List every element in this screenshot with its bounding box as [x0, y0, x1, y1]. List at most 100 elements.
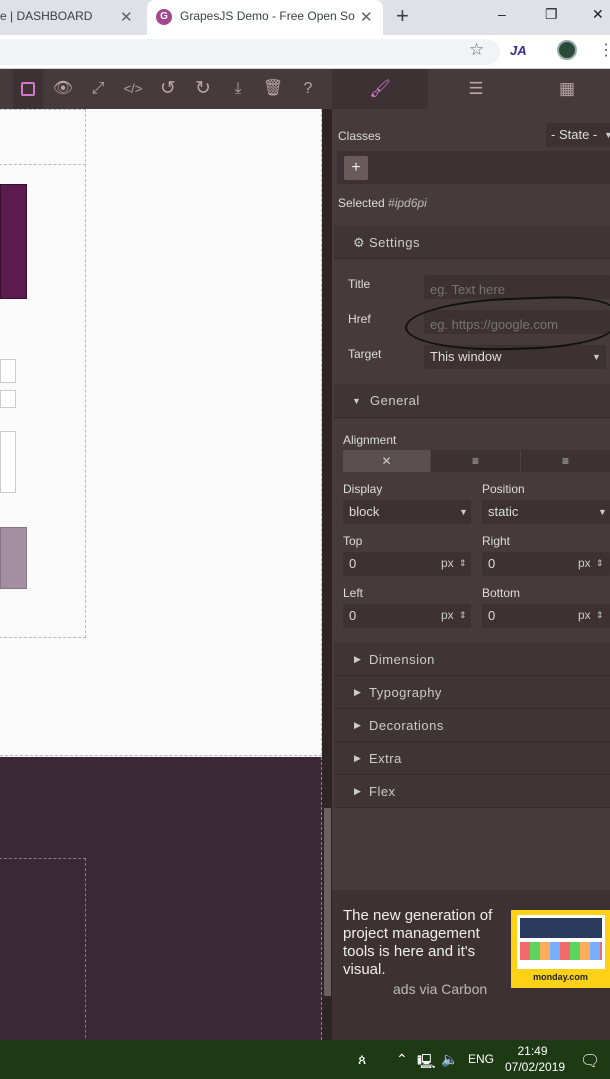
display-select[interactable]: block ▼ [343, 500, 471, 524]
chevron-up-icon[interactable]: ⌃ [396, 1051, 408, 1068]
sw-visibility-icon[interactable] [13, 69, 43, 109]
form-input[interactable] [0, 390, 16, 408]
target-label: Target [348, 347, 382, 361]
browser-tab-dashboard[interactable]: e | DASHBOARD ✕ [0, 0, 145, 35]
unit-select[interactable]: px [441, 608, 454, 622]
right-input[interactable]: 0 px ⇕ [482, 552, 610, 576]
form-button[interactable] [0, 527, 27, 589]
layer-manager-icon[interactable]: ☰ [428, 69, 524, 109]
download-icon[interactable]: ⤓ [223, 69, 253, 109]
chevron-right-icon: ▶ [354, 654, 362, 664]
position-select[interactable]: static ▼ [482, 500, 610, 524]
form-input[interactable] [0, 359, 16, 383]
extension-icon[interactable]: JA [510, 43, 527, 58]
grapesjs-favicon-icon: G [156, 9, 172, 25]
close-window-button[interactable]: ✕ [592, 6, 604, 23]
redo-icon[interactable]: ↻ [188, 69, 218, 109]
gear-icon: ⚙ [353, 235, 366, 250]
align-none-option[interactable]: ✕ [343, 450, 430, 472]
stepper-arrows-icon[interactable]: ⇕ [459, 558, 467, 569]
sector-title: Typography [369, 685, 442, 700]
scrollbar-thumb[interactable] [324, 808, 331, 996]
sector-typography[interactable]: ▶ Typography [334, 676, 610, 709]
settings-title: Settings [369, 235, 420, 250]
chevron-down-icon: ▼ [459, 507, 468, 517]
clock-date: 07/02/2019 [505, 1060, 566, 1074]
chevron-down-icon: ▼ [598, 507, 607, 517]
sector-dimension[interactable]: ▶ Dimension [334, 643, 610, 676]
selected-id: #ipd6pi [388, 196, 427, 210]
minimize-button[interactable]: – [498, 6, 506, 22]
tab-title: e | DASHBOARD [0, 9, 93, 23]
clock[interactable]: 21:49 07/02/2019 [505, 1043, 566, 1075]
browser-tab-grapesjs[interactable]: G GrapesJS Demo - Free Open Sou ✕ [147, 0, 383, 35]
chevron-right-icon: ▶ [354, 786, 362, 796]
ad-image[interactable]: monday.com [511, 910, 610, 988]
right-value: 0 [488, 556, 496, 571]
blocks-icon[interactable]: ▦ [524, 69, 610, 109]
settings-header[interactable]: ⚙ Settings [334, 226, 610, 259]
footer-container-outline[interactable] [0, 858, 86, 1058]
views-panel: 🖌 ☰ ▦ [332, 69, 610, 109]
clock-time: 21:49 [517, 1044, 548, 1058]
left-value: 0 [349, 608, 357, 623]
trash-icon[interactable]: 🗑 [258, 69, 288, 109]
top-label: Top [343, 534, 363, 548]
language-indicator[interactable]: ENG [468, 1052, 494, 1066]
general-header[interactable]: ▼ General [334, 384, 610, 418]
style-manager-icon[interactable]: 🖌 [332, 69, 428, 109]
undo-icon[interactable]: ↺ [153, 69, 183, 109]
bottom-input[interactable]: 0 px ⇕ [482, 604, 610, 628]
windows-taskbar: ጰ ⌃ 🖳 🔈 ENG 21:49 07/02/2019 🗨 [0, 1040, 610, 1079]
footer-section[interactable] [0, 757, 322, 1058]
close-tab-icon[interactable]: ✕ [360, 8, 373, 26]
unit-select[interactable]: px [441, 556, 454, 570]
top-input[interactable]: 0 px ⇕ [343, 552, 471, 576]
stepper-arrows-icon[interactable]: ⇕ [596, 610, 604, 621]
canvas-frame[interactable] [0, 109, 322, 756]
notifications-icon[interactable]: 🗨 [580, 1051, 600, 1071]
position-label: Position [482, 482, 525, 496]
stepper-arrows-icon[interactable]: ⇕ [459, 610, 467, 621]
header-block[interactable] [0, 184, 27, 299]
left-input[interactable]: 0 px ⇕ [343, 604, 471, 628]
code-icon[interactable]: </> [118, 69, 148, 109]
sector-decorations[interactable]: ▶ Decorations [334, 709, 610, 742]
general-title: General [370, 393, 420, 408]
unit-select[interactable]: px [578, 608, 591, 622]
help-icon[interactable]: ? [293, 69, 323, 109]
close-tab-icon[interactable]: ✕ [120, 8, 133, 26]
sector-extra[interactable]: ▶ Extra [334, 742, 610, 775]
preview-icon[interactable]: 👁 [48, 69, 78, 109]
state-select[interactable]: - State - ▼ [546, 123, 610, 147]
align-left-option[interactable]: ≡ [430, 450, 520, 472]
volume-icon[interactable]: 🔈 [441, 1051, 458, 1068]
network-icon[interactable]: 🖳 [417, 1051, 436, 1075]
left-label: Left [343, 586, 364, 600]
display-value: block [349, 504, 380, 519]
carbon-ad[interactable]: The new generation of project management… [332, 890, 610, 1040]
new-tab-button[interactable]: + [396, 3, 409, 29]
profile-avatar[interactable] [557, 40, 577, 60]
stepper-arrows-icon[interactable]: ⇕ [596, 558, 604, 569]
fullscreen-icon[interactable]: ⤢ [83, 69, 113, 109]
sector-title: Dimension [369, 652, 435, 667]
editor-options-panel: 👁 ⤢ </> ↺ ↻ ⤓ 🗑 ? [0, 69, 332, 109]
ad-text[interactable]: The new generation of project management… [343, 907, 503, 979]
align-right-option[interactable]: ≡ [520, 450, 610, 472]
maximize-button[interactable]: ❐ [545, 6, 558, 23]
href-label: Href [348, 312, 371, 326]
people-icon[interactable]: ጰ [358, 1051, 366, 1068]
title-input[interactable] [424, 275, 610, 299]
ad-via-link[interactable]: ads via Carbon [393, 981, 487, 997]
chevron-down-icon: ▼ [352, 396, 362, 406]
sector-title: Flex [369, 784, 396, 799]
unit-select[interactable]: px [578, 556, 591, 570]
form-textarea[interactable] [0, 431, 16, 493]
omnibox[interactable] [0, 39, 500, 65]
sector-flex[interactable]: ▶ Flex [334, 775, 610, 808]
add-class-button[interactable]: + [344, 156, 368, 180]
bookmark-star-icon[interactable]: ☆ [469, 40, 484, 60]
browser-menu-icon[interactable]: ⋮ [598, 40, 610, 60]
editor-canvas[interactable] [0, 109, 322, 1058]
